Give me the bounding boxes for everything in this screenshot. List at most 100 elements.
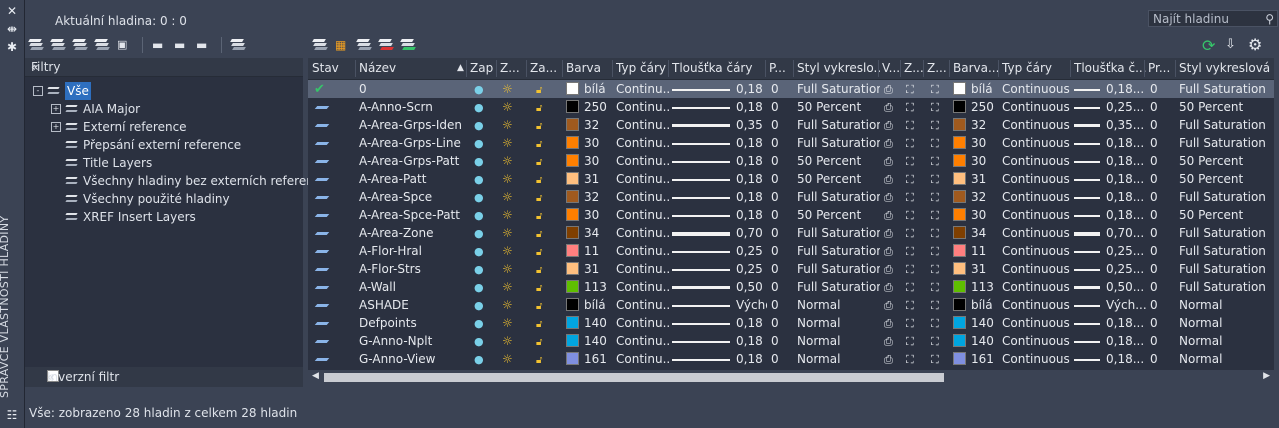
collapse-filters-icon[interactable]: « [31, 60, 297, 74]
palette-title-bar[interactable]: ✕ ⇼ ✱ SPRÁVCE VLASTNOSTÍ HLADINY ☷ [0, 0, 25, 428]
vp-lineweight[interactable]: 0,25... [1074, 242, 1146, 260]
lock-icon[interactable]: 🔓︎ [536, 188, 554, 206]
vp-lineweight[interactable]: 0,18... [1074, 152, 1146, 170]
printer-icon[interactable]: ⎙ [884, 332, 902, 350]
layer-transparency[interactable]: 0 [771, 242, 797, 260]
layer-linetype[interactable]: Continu... [616, 296, 670, 314]
column-header[interactable]: Z... [500, 61, 528, 75]
printer-icon[interactable]: ⎙ [884, 314, 902, 332]
layer-plot-style[interactable]: Full Saturation [797, 188, 880, 206]
printer-icon[interactable]: ⎙ [884, 134, 902, 152]
layer-plot-style[interactable]: 50 Percent [797, 170, 880, 188]
layer-state-icon[interactable] [314, 350, 344, 368]
autohide-icon[interactable]: ⇼ [5, 22, 19, 36]
layer-state-icon[interactable] [314, 188, 344, 206]
vp-freeze-icon[interactable]: ⛶ [931, 224, 949, 242]
layer-transparency[interactable]: 0 [771, 260, 797, 278]
layer-lineweight[interactable]: 0,18 mm [672, 170, 767, 188]
layer-color[interactable]: 32 [566, 188, 614, 206]
vertical-scrollbar[interactable] [1274, 58, 1279, 370]
vp-plot-style[interactable]: Full Saturation [1179, 116, 1277, 134]
layer-linetype[interactable]: Continu... [616, 80, 670, 98]
vp-lineweight[interactable]: 0,35... [1074, 116, 1146, 134]
lightbulb-icon[interactable]: ● [474, 98, 492, 116]
vp-lineweight[interactable]: 0,25... [1074, 260, 1146, 278]
printer-icon[interactable]: ⎙ [884, 206, 902, 224]
delete-layer-icon[interactable] [378, 38, 395, 52]
lock-icon[interactable]: 🔓︎ [536, 242, 554, 260]
vp-freeze-icon[interactable]: ⛶ [931, 188, 949, 206]
layer-linetype[interactable]: Continu... [616, 188, 670, 206]
filter-item-all[interactable]: - Vše [33, 82, 91, 100]
vp-color[interactable]: 11 [953, 242, 1000, 260]
column-divider[interactable] [612, 60, 613, 77]
layer-linetype[interactable]: Continu... [616, 260, 670, 278]
lightbulb-icon[interactable]: ● [474, 152, 492, 170]
layer-plot-style[interactable]: Full Saturation [797, 134, 880, 152]
layer-name[interactable]: A-Area-Zone [359, 224, 467, 242]
layer-name[interactable]: A-Wall [359, 278, 467, 296]
vp-color[interactable]: 32 [953, 188, 1000, 206]
layer-row[interactable]: A-Flor-Hral●☼🔓︎11Continu...0,25 mm0Full … [308, 242, 1279, 260]
layer-plot-style[interactable]: 50 Percent [797, 152, 880, 170]
sun-icon[interactable]: ☼ [502, 224, 520, 242]
lock-icon[interactable]: 🔓︎ [536, 206, 554, 224]
vp-lineweight[interactable]: 0,18... [1074, 350, 1146, 368]
layer-name[interactable]: A-Area-Grps-Line [359, 134, 467, 152]
layer-color[interactable]: 32 [566, 116, 614, 134]
layer-lineweight[interactable]: 0,25 mm [672, 242, 767, 260]
layer-color[interactable]: 140 [566, 314, 614, 332]
sun-icon[interactable]: ☼ [502, 98, 520, 116]
vp-lineweight[interactable]: 0,18... [1074, 188, 1146, 206]
layer-linetype[interactable]: Continu... [616, 314, 670, 332]
column-header[interactable]: Tloušťka čáry [672, 61, 767, 75]
new-vp-freeze-icon[interactable]: ⛶ [906, 314, 924, 332]
layer-transparency[interactable]: 0 [771, 116, 797, 134]
vp-linetype[interactable]: Continuous [1002, 350, 1072, 368]
vp-freeze-icon[interactable]: ⛶ [931, 278, 949, 296]
column-divider[interactable] [355, 60, 356, 77]
sun-icon[interactable]: ☼ [502, 80, 520, 98]
check-icon[interactable]: ✔ [314, 80, 344, 98]
layer-name[interactable]: A-Area-Spce-Patt [359, 206, 467, 224]
column-divider[interactable] [1070, 60, 1071, 77]
layer-state-icon[interactable] [314, 332, 344, 350]
printer-icon[interactable]: ⎙ [884, 98, 902, 116]
vp-transparency[interactable]: 0 [1150, 260, 1179, 278]
layer-transparency[interactable]: 0 [771, 278, 797, 296]
layer-transparency[interactable]: 0 [771, 98, 797, 116]
layer-row[interactable]: A-Area-Spce-Patt ● ☼ 🔓︎ 30 Continu... 0,18 mm 0… [308, 206, 1279, 224]
lightbulb-icon[interactable]: ● [474, 242, 492, 260]
new-property-filter-icon[interactable] [28, 38, 45, 52]
sun-icon[interactable]: ☼ [502, 278, 520, 296]
column-divider[interactable] [998, 60, 999, 77]
layer-state-icon[interactable] [314, 296, 344, 314]
vp-color[interactable]: 34 [953, 224, 1000, 242]
layer-transparency[interactable]: 0 [771, 152, 797, 170]
vp-freeze-icon[interactable]: ⛶ [931, 350, 949, 368]
layer-state-icon[interactable] [314, 242, 344, 260]
vp-plot-style[interactable]: Full Saturation [1179, 278, 1277, 296]
folder-filter-icon[interactable]: ▬ [196, 38, 212, 52]
folder-open-icon[interactable]: ▬ [174, 38, 190, 52]
column-header[interactable]: Zap [470, 61, 498, 75]
column-header[interactable]: Za... [530, 61, 564, 75]
layer-row[interactable]: A-Anno-Scrn●☼🔓︎250Continu...0,18 mm050 P… [308, 98, 1279, 116]
lock-icon[interactable]: 🔓︎ [536, 116, 554, 134]
vp-plot-style[interactable]: Full Saturation [1179, 188, 1277, 206]
layer-transparency[interactable]: 0 [771, 332, 797, 350]
layer-name[interactable]: A-Anno-Scrn [359, 98, 467, 116]
vp-transparency[interactable]: 0 [1150, 188, 1179, 206]
layer-row[interactable]: G-Anno-View●☼🔓︎161Continu...0,18 mm0Norm… [308, 350, 1279, 368]
vp-freeze-icon[interactable]: ⛶ [931, 296, 949, 314]
column-header[interactable]: Styl vykreslo... [797, 61, 880, 75]
vp-plot-style[interactable]: Normal [1179, 314, 1277, 332]
lightbulb-icon[interactable]: ● [474, 350, 492, 368]
new-vp-freeze-icon[interactable]: ⛶ [906, 116, 924, 134]
layer-lineweight[interactable]: 0,35 mm [672, 116, 767, 134]
layer-plot-style[interactable]: Normal [797, 296, 880, 314]
layer-row[interactable]: A-Flor-Strs●☼🔓︎31Continu...0,25 mm0Full … [308, 260, 1279, 278]
refresh-icon[interactable]: ⟳ [1202, 36, 1215, 55]
vp-color[interactable]: bílá [953, 296, 1000, 314]
column-divider[interactable] [496, 60, 497, 77]
